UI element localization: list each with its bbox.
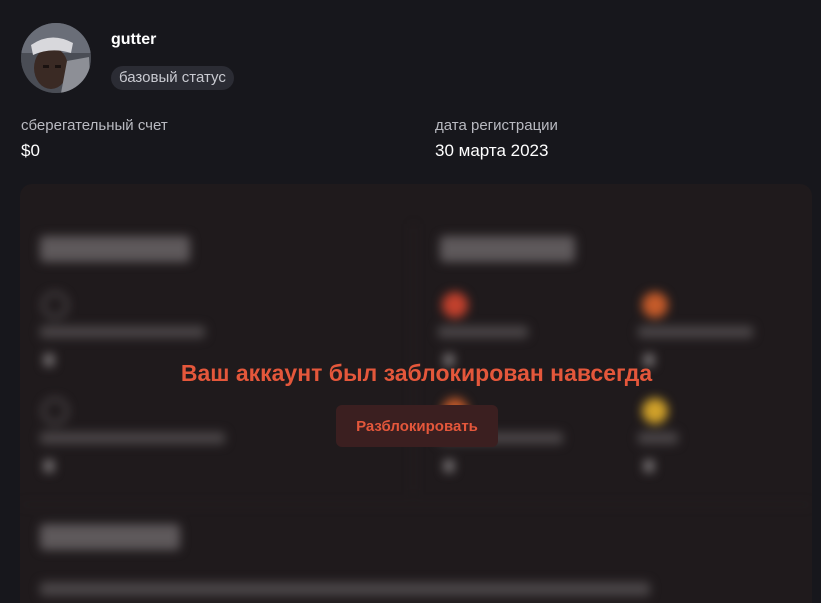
blurred-text <box>638 432 678 444</box>
blurred-text <box>40 432 225 444</box>
blurred-text <box>638 326 753 338</box>
blurred-icon <box>42 292 68 318</box>
blurred-content <box>20 184 812 603</box>
status-badge: базовый статус <box>111 66 234 90</box>
username: gutter <box>111 31 157 48</box>
ban-message: Ваш аккаунт был заблокирован навсегда <box>180 360 653 386</box>
blurred-heading <box>440 236 575 262</box>
blurred-text <box>40 326 205 338</box>
blurred-mark <box>644 460 654 472</box>
blurred-mark <box>444 460 454 472</box>
blurred-heading <box>40 524 180 550</box>
avatar[interactable] <box>21 23 91 93</box>
blurred-mark <box>44 460 54 472</box>
registration-date-label: дата регистрации <box>435 117 558 134</box>
savings-account-value: $0 <box>21 141 40 160</box>
blurred-heading <box>40 236 190 262</box>
blurred-text <box>438 326 528 338</box>
unblock-button[interactable]: Разблокировать <box>336 405 498 447</box>
savings-account-label: сберегательный счет <box>21 117 168 134</box>
blurred-text <box>40 582 650 596</box>
blurred-icon <box>642 292 668 318</box>
panel-divider <box>20 504 812 505</box>
panel-divider <box>413 224 414 494</box>
blurred-content-panel <box>20 184 812 603</box>
profile-page: gutter базовый статус сберегательный сче… <box>0 0 821 603</box>
blurred-icon <box>642 398 668 424</box>
blurred-icon <box>442 292 468 318</box>
blurred-icon <box>42 398 68 424</box>
registration-date-value: 30 марта 2023 <box>435 141 549 160</box>
avatar-image <box>21 23 91 93</box>
registration-date-stat: дата регистрации 30 марта 2023 <box>435 116 558 161</box>
savings-account-stat: сберегательный счет $0 <box>21 116 168 161</box>
